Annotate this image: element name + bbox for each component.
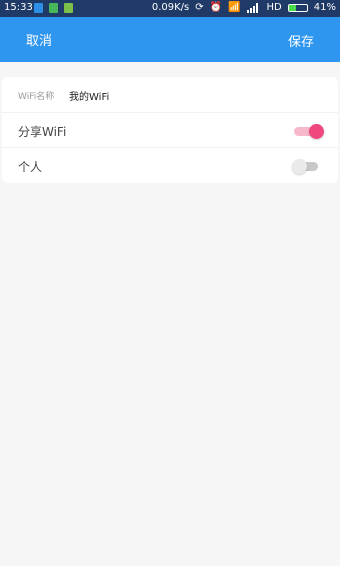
- battery-percent: 41%: [313, 2, 336, 13]
- status-bar: 15:33 0.09K/s ⟳ ⏰ 📶 HD 41%: [0, 0, 340, 17]
- settings-card: WiFi名称 我的WiFi 分享WiFi 个人: [2, 77, 338, 183]
- app-header: 取消 保存: [0, 17, 340, 62]
- network-type: HD: [266, 2, 282, 13]
- share-wifi-toggle[interactable]: [294, 124, 324, 139]
- bluetooth-icon: [34, 3, 43, 13]
- notification-icons: [34, 3, 76, 14]
- personal-row: 个人: [2, 147, 338, 183]
- signal-icon: [246, 2, 261, 13]
- toggle-knob: [292, 159, 307, 174]
- share-wifi-label: 分享WiFi: [18, 125, 67, 139]
- network-speed: 0.09K/s: [151, 2, 190, 13]
- alarm-icon: ⏰: [209, 2, 223, 13]
- share-wifi-row: 分享WiFi: [2, 112, 338, 148]
- personal-toggle[interactable]: [292, 159, 318, 174]
- status-right: 0.09K/s ⟳ ⏰ 📶 HD 41%: [152, 2, 336, 13]
- personal-label: 个人: [18, 160, 43, 174]
- status-time: 15:33: [4, 2, 33, 13]
- battery-fill: [288, 4, 297, 11]
- wifi-icon: 📶: [228, 2, 241, 13]
- wifi-name-input[interactable]: 我的WiFi: [69, 88, 109, 103]
- wifi-name-label: WiFi名称: [18, 92, 55, 102]
- cancel-button[interactable]: 取消: [26, 30, 52, 49]
- wechat-icon: [49, 3, 59, 13]
- wifi-name-row: WiFi名称 我的WiFi: [2, 77, 338, 112]
- app-icon: [64, 3, 74, 13]
- save-button[interactable]: 保存: [288, 31, 314, 50]
- battery-icon: [287, 3, 308, 12]
- sync-icon: ⟳: [195, 2, 204, 13]
- toggle-knob: [309, 124, 324, 139]
